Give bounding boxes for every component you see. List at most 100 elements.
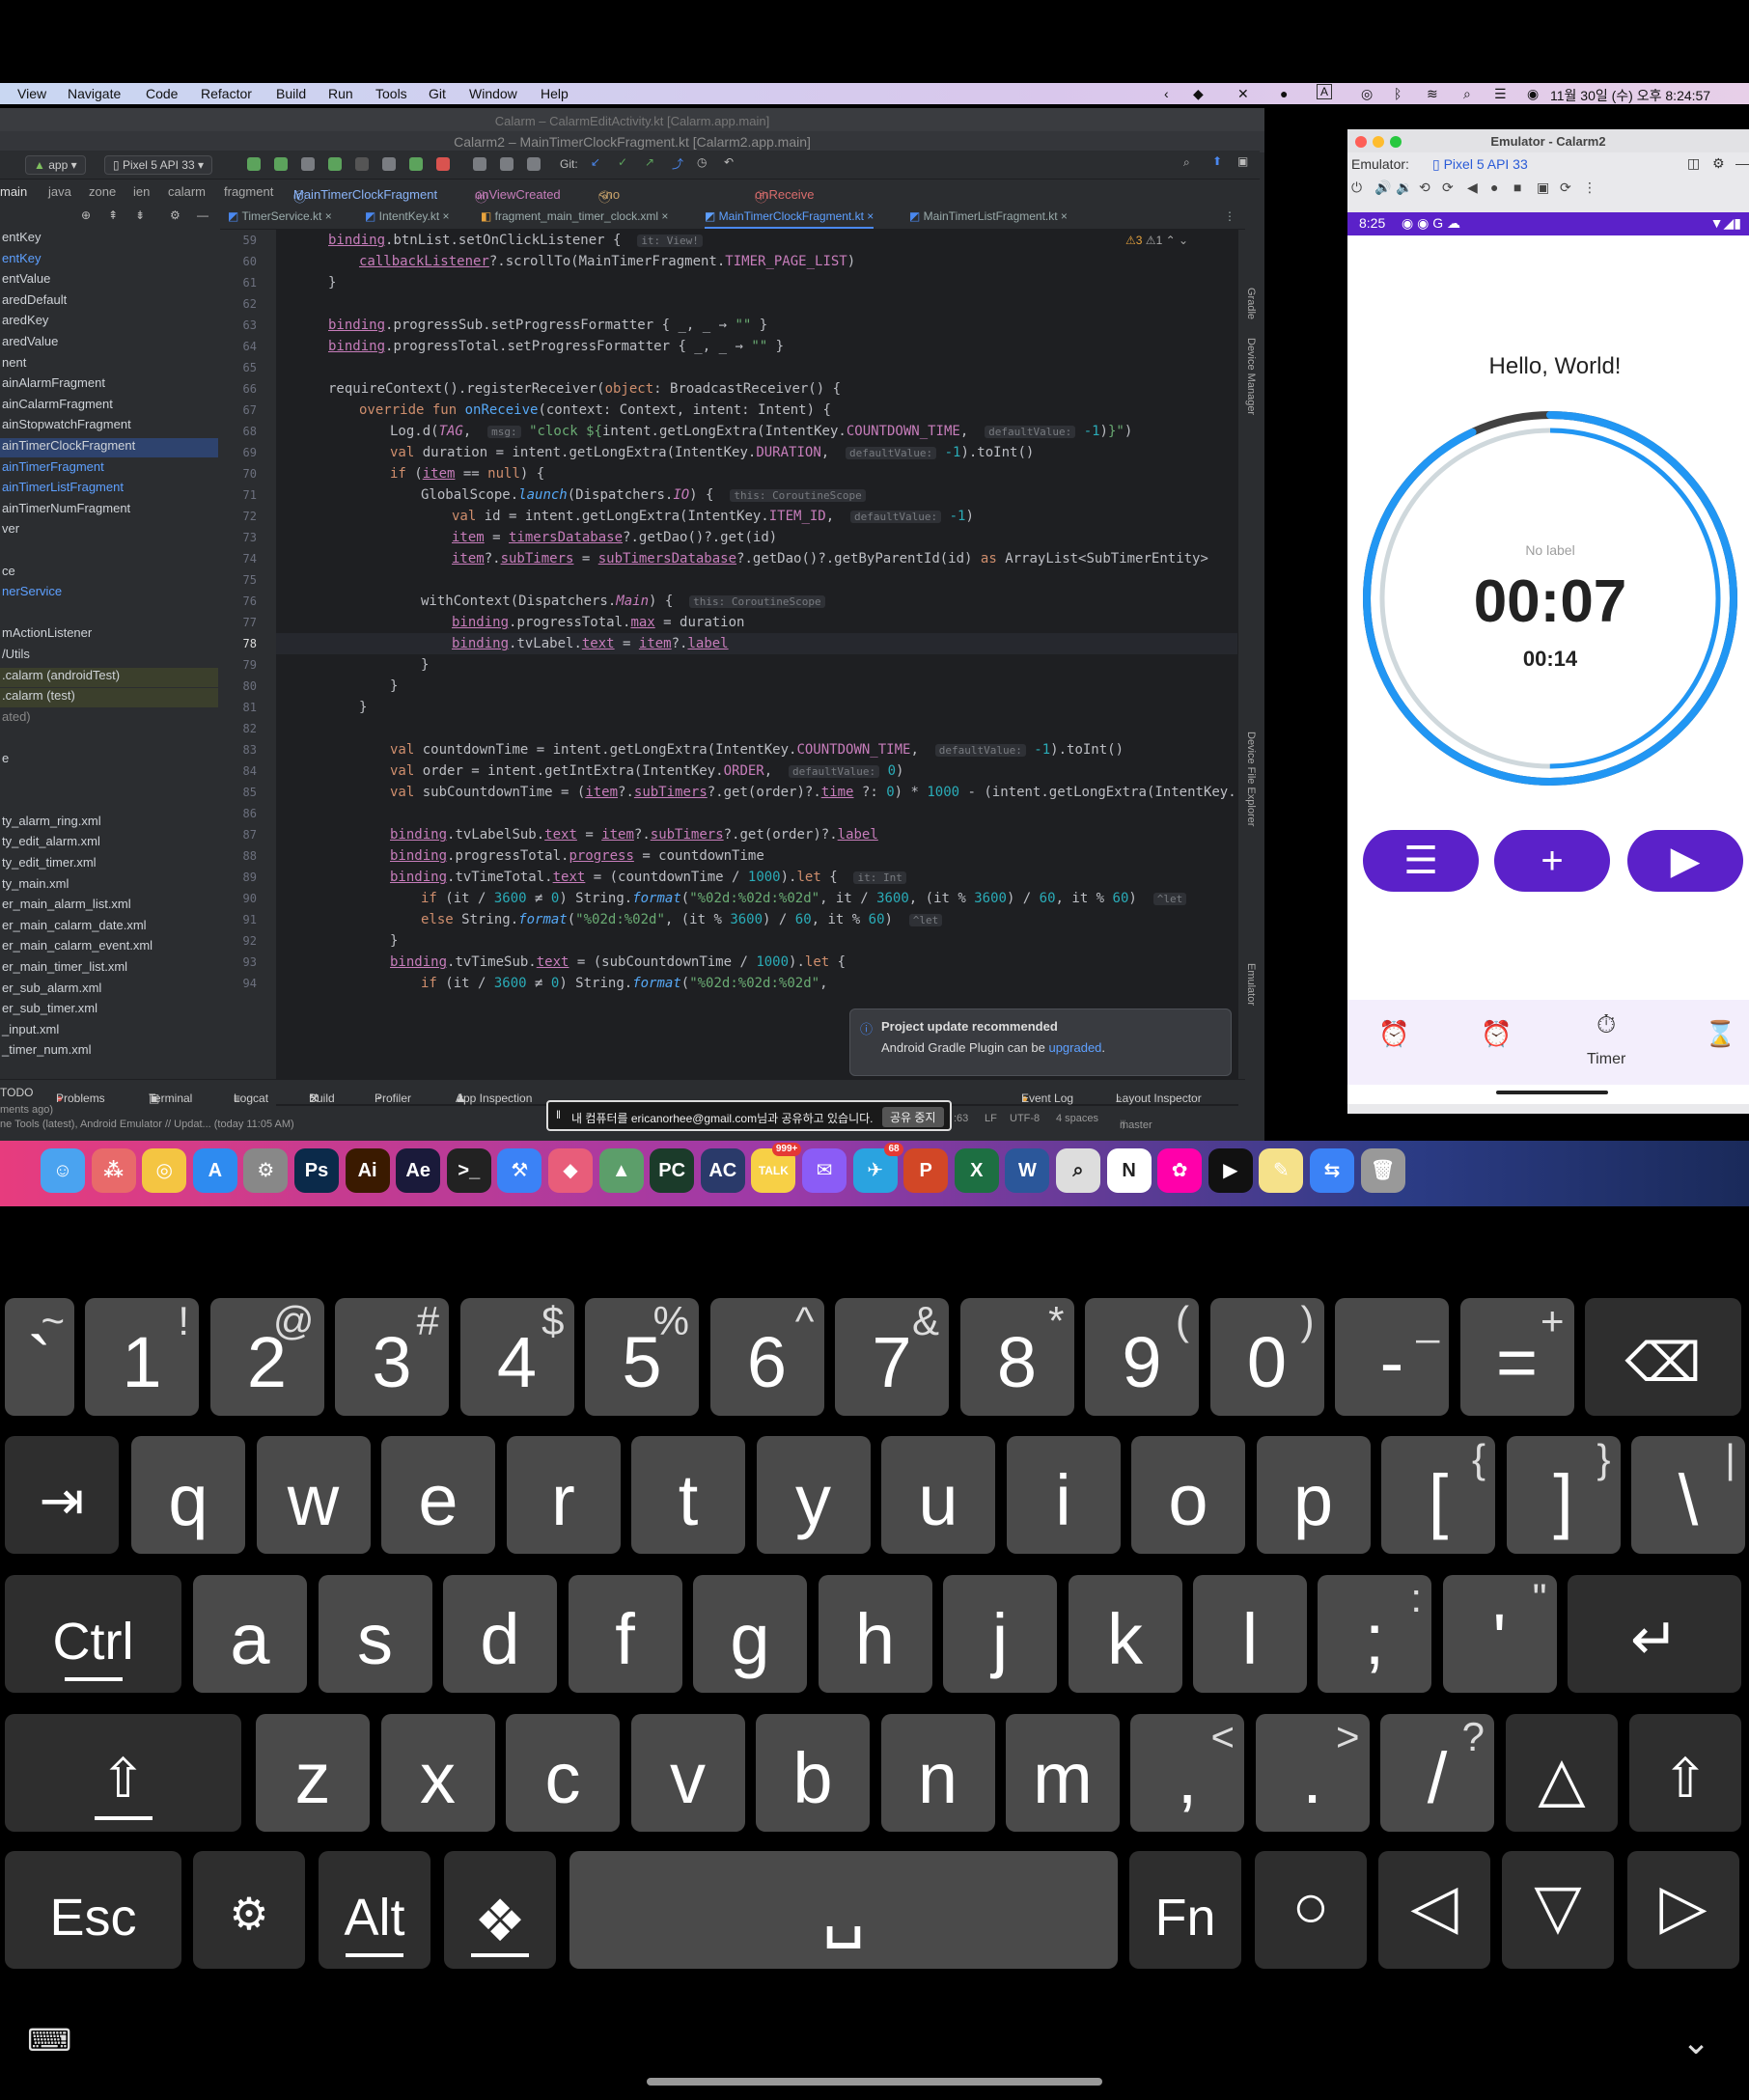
dock-app-messenger[interactable]: ✉ [802, 1148, 847, 1193]
nav-alarm-tab[interactable]: ⏰ [1378, 1019, 1409, 1049]
project-tree-item[interactable]: _timer_num.xml [0, 1042, 218, 1062]
project-tree-item[interactable] [0, 605, 218, 624]
key-p[interactable]: p [1256, 1436, 1371, 1554]
settings-key[interactable]: ⚙ [193, 1851, 305, 1969]
rollback-icon[interactable]: ↶ [724, 155, 734, 169]
git-update-icon[interactable]: ↙ [591, 155, 600, 169]
dock-app-affinity[interactable]: ◆ [548, 1148, 593, 1193]
list-icon[interactable] [301, 157, 315, 171]
project-tree-item[interactable]: ainStopwatchFragment [0, 417, 218, 436]
key-punct2-2[interactable]: /? [1380, 1714, 1494, 1832]
profile-icon[interactable] [382, 157, 396, 171]
project-tree-item[interactable] [0, 772, 218, 791]
dock-app-trash[interactable]: 🗑 [1360, 1148, 1405, 1193]
nav-alarm2-tab[interactable]: ⏰ [1481, 1019, 1512, 1049]
key-m[interactable]: m [1006, 1714, 1120, 1832]
key-1[interactable]: 1! [85, 1298, 199, 1416]
dock-app-word[interactable]: W [1005, 1148, 1050, 1193]
menu-refactor[interactable]: Refactor [201, 86, 252, 101]
menu-help[interactable]: Help [541, 86, 569, 101]
git-commit-icon[interactable]: ✓ [618, 155, 627, 169]
project-tree-item[interactable]: .calarm (androidTest) [0, 667, 218, 687]
left-shift-key[interactable]: ⇧ [5, 1714, 241, 1832]
key-g[interactable]: g [693, 1575, 807, 1693]
play-button[interactable]: ▶ [1627, 830, 1743, 892]
chevron-down-icon[interactable]: ⌄ [1681, 2022, 1710, 2062]
stop-sharing-button[interactable]: 공유 중지 [882, 1107, 944, 1127]
rotate-right-icon[interactable]: ⟳ [1442, 180, 1454, 196]
backspace-key[interactable]: ⌫ [1585, 1298, 1741, 1416]
ctrl-key[interactable]: Ctrl [5, 1575, 181, 1693]
dock-app-powerpoint[interactable]: P [903, 1148, 949, 1193]
project-tree-item[interactable]: entKey [0, 230, 218, 249]
locate-icon[interactable]: ⊕ [81, 208, 91, 222]
key-punct-1[interactable]: ' " [1442, 1575, 1557, 1693]
project-tree-item[interactable]: ty_alarm_ring.xml [0, 814, 218, 833]
device-file-explorer-tool[interactable]: Device File Explorer [1245, 732, 1257, 826]
up-arrow-key[interactable]: △ [1506, 1714, 1618, 1832]
key-o[interactable]: o [1131, 1436, 1245, 1554]
project-tree-item[interactable]: ce [0, 564, 218, 583]
dock-app-finder[interactable]: ☺ [41, 1148, 85, 1193]
breadcrumb-item[interactable]: main [0, 184, 27, 199]
siri-icon[interactable]: ◉ [1527, 86, 1539, 102]
project-tree-item[interactable]: .calarm (test) [0, 688, 218, 708]
dock-app-ps[interactable]: Ps [294, 1148, 339, 1193]
key-4[interactable]: 4 $ [459, 1298, 574, 1416]
key-w[interactable]: w [256, 1436, 371, 1554]
dock-app-app-store[interactable]: A [192, 1148, 237, 1193]
mute-icon[interactable]: ✕ [1237, 86, 1249, 102]
dock-app-android-studio[interactable]: ▲ [598, 1148, 644, 1193]
project-tree-item[interactable]: er_main_calarm_event.xml [0, 938, 218, 957]
gear-icon[interactable]: ⚙ [170, 208, 180, 222]
key-v[interactable]: v [630, 1714, 745, 1832]
project-tree-item[interactable]: ainTimerFragment [0, 459, 218, 479]
project-tree-item[interactable]: ainTimerListFragment [0, 480, 218, 499]
key-l[interactable]: l [1193, 1575, 1307, 1693]
tab-maintimerclockfragment[interactable]: ◩ MainTimerClockFragment.kt × [705, 209, 874, 229]
space-key[interactable]: ␣ [569, 1851, 1118, 1969]
coverage-icon[interactable] [355, 157, 369, 171]
project-tree-item[interactable]: ty_main.xml [0, 876, 218, 896]
dock-app-ae[interactable]: Ae [396, 1148, 441, 1193]
home-icon[interactable]: ● [1490, 180, 1498, 195]
stop-icon[interactable] [436, 157, 450, 171]
project-tree-item[interactable] [0, 730, 218, 749]
key-9[interactable]: 9( [1085, 1298, 1199, 1416]
apply-changes-icon[interactable] [274, 157, 288, 171]
more-icon[interactable]: ⋮ [1583, 180, 1596, 196]
project-tree-item[interactable] [0, 542, 218, 562]
key-11[interactable]: - _ [1335, 1298, 1449, 1416]
project-tree-item[interactable]: er_main_calarm_date.xml [0, 918, 218, 937]
key-a[interactable]: a [193, 1575, 307, 1693]
list-button[interactable]: ☰ [1363, 830, 1479, 892]
project-tree-item[interactable]: _input.xml [0, 1022, 218, 1041]
add-button[interactable]: + [1494, 830, 1610, 892]
key-y[interactable]: y [756, 1436, 871, 1554]
project-tree-item[interactable]: ver [0, 521, 218, 540]
search-icon[interactable]: ⌕ [1463, 86, 1471, 102]
project-tree-item[interactable]: ated) [0, 709, 218, 729]
dock-app-chrome[interactable]: ◎ [142, 1148, 187, 1193]
breadcrumb-item[interactable]: java [48, 184, 71, 199]
menu-view[interactable]: View [17, 86, 46, 101]
key-z[interactable]: z [256, 1714, 370, 1832]
project-tree-item[interactable]: ty_edit_alarm.xml [0, 834, 218, 853]
key-2[interactable]: 2 @ [209, 1298, 324, 1416]
snapshot-icon[interactable]: ⟳ [1560, 180, 1571, 196]
file-encoding[interactable]: UTF-8 [1010, 1113, 1040, 1124]
key-f[interactable]: f [568, 1575, 682, 1693]
dock-app-terminal[interactable]: >_ [446, 1148, 491, 1193]
project-tree-item[interactable]: nent [0, 355, 218, 374]
key-punct2-0[interactable]: , < [1130, 1714, 1244, 1832]
line-separator[interactable]: LF [985, 1113, 997, 1124]
project-tree-item[interactable]: ty_edit_timer.xml [0, 855, 218, 874]
right-shift-key[interactable]: ⇧ [1629, 1714, 1741, 1832]
project-tree-item[interactable]: nerService [0, 584, 218, 603]
tab-intentkey[interactable]: ◩ IntentKey.kt × [365, 209, 450, 223]
key-3[interactable]: 3 # [335, 1298, 449, 1416]
wifi-icon[interactable]: ≋ [1427, 86, 1438, 102]
dock-app-notes[interactable]: ✎ [1259, 1148, 1304, 1193]
key-j[interactable]: j [943, 1575, 1057, 1693]
dock-app-system-settings[interactable]: ⚙ [243, 1148, 289, 1193]
